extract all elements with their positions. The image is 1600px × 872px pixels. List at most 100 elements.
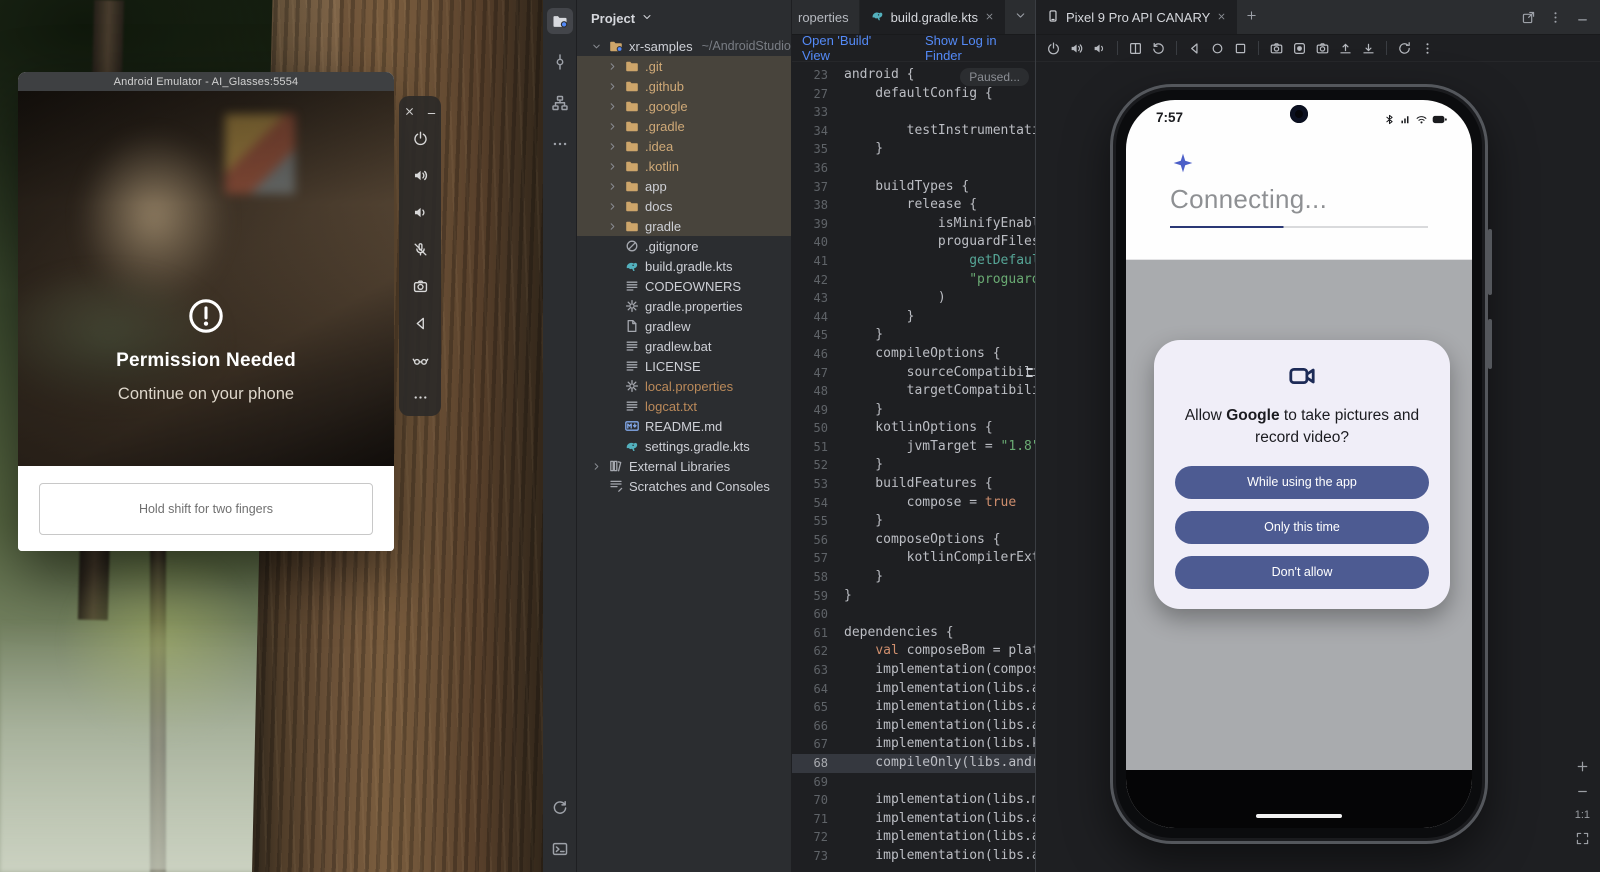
tree-item[interactable]: LICENSE (577, 356, 791, 376)
project-button[interactable] (547, 8, 573, 34)
chevron-right-icon[interactable] (605, 101, 619, 112)
while-using-the-app-button[interactable]: While using the app (1175, 466, 1429, 499)
chevron-right-icon[interactable] (605, 121, 619, 132)
glasses-button[interactable] (412, 352, 429, 369)
back-button[interactable] (412, 315, 429, 332)
fit-button[interactable] (1575, 831, 1590, 846)
open-build-view-link[interactable]: Open 'Build' View (802, 33, 901, 63)
home-button[interactable] (1210, 41, 1225, 56)
download-button[interactable] (1361, 41, 1376, 56)
upload-button[interactable] (1338, 41, 1353, 56)
editor-tab-bar[interactable]: roperties build.gradle.kts (792, 0, 1035, 35)
tree-item[interactable]: build.gradle.kts (577, 256, 791, 276)
project-panel[interactable]: Project xr-samples~/AndroidStudioProj.gi… (577, 0, 792, 872)
device-tab-bar[interactable]: Pixel 9 Pro API CANARY (1036, 0, 1600, 35)
chevron-right-icon[interactable] (589, 461, 603, 472)
more-horizontal-button[interactable] (547, 131, 573, 157)
restore-button[interactable] (1397, 41, 1412, 56)
activity-bar-top[interactable] (547, 8, 573, 157)
minus-button[interactable] (1575, 784, 1590, 799)
tree-item[interactable]: CODEOWNERS (577, 276, 791, 296)
tab-gradle-properties[interactable]: roperties (792, 0, 860, 34)
zoom-level-label[interactable]: 1:1 (1575, 809, 1590, 821)
record-button[interactable] (1292, 41, 1307, 56)
external-button[interactable] (1521, 10, 1536, 25)
project-panel-header[interactable]: Project (577, 0, 791, 36)
emulator-window-controls[interactable] (403, 100, 438, 122)
tree-item[interactable]: gradle (577, 216, 791, 236)
tab-build-gradle-kts[interactable]: build.gradle.kts (860, 0, 1005, 34)
tree-item[interactable]: gradle.properties (577, 296, 791, 316)
chevron-down-icon[interactable] (589, 41, 603, 52)
zoom-controls[interactable]: 1:1 (1575, 759, 1590, 846)
activity-bar[interactable] (543, 0, 577, 872)
chevron-down-icon[interactable] (641, 11, 653, 26)
close-tab-icon[interactable] (1216, 10, 1227, 25)
tree-item[interactable]: gradlew (577, 316, 791, 336)
kebab-button[interactable] (1548, 10, 1563, 25)
editor-panel[interactable]: roperties build.gradle.kts Open 'Build' … (792, 0, 1035, 872)
don-t-allow-button[interactable]: Don't allow (1175, 556, 1429, 589)
mic-off-button[interactable] (412, 241, 429, 258)
minimize-button[interactable] (1575, 10, 1590, 25)
tree-item[interactable]: README.md (577, 416, 791, 436)
sync-button[interactable] (547, 795, 573, 821)
commit-button[interactable] (547, 49, 573, 75)
more-horizontal-button[interactable] (412, 389, 429, 406)
tree-item[interactable]: .gradle (577, 116, 791, 136)
chevron-right-icon[interactable] (605, 141, 619, 152)
power-button[interactable] (1046, 41, 1061, 56)
only-this-time-button[interactable]: Only this time (1175, 511, 1429, 544)
home-pill[interactable] (1256, 814, 1342, 818)
tree-item[interactable]: settings.gradle.kts (577, 436, 791, 456)
overview-button[interactable] (1233, 41, 1248, 56)
tree-item[interactable]: Scratches and Consoles (577, 476, 791, 496)
chevron-right-icon[interactable] (605, 81, 619, 92)
close-tab-icon[interactable] (984, 10, 995, 25)
running-devices-panel[interactable]: Pixel 9 Pro API CANARY 7:57 Connect (1035, 0, 1600, 872)
terminal-button[interactable] (547, 836, 573, 862)
device-toolbar[interactable] (1036, 35, 1600, 62)
tree-item[interactable]: .github (577, 76, 791, 96)
project-tree[interactable]: xr-samples~/AndroidStudioProj.git.github… (577, 36, 791, 496)
chevron-right-icon[interactable] (605, 161, 619, 172)
activity-bar-bottom[interactable] (547, 795, 573, 862)
add-device-icon[interactable] (1245, 9, 1258, 25)
tree-item[interactable]: app (577, 176, 791, 196)
tree-item[interactable]: External Libraries (577, 456, 791, 476)
tree-item[interactable]: .gitignore (577, 236, 791, 256)
camera-button[interactable] (412, 278, 429, 295)
fold-button[interactable] (1128, 41, 1143, 56)
tree-item[interactable]: .idea (577, 136, 791, 156)
tab-pixel-9-pro[interactable]: Pixel 9 Pro API CANARY (1036, 0, 1237, 34)
back-button[interactable] (1187, 41, 1202, 56)
screenshot-button[interactable] (1269, 41, 1284, 56)
phone-screen[interactable]: 7:57 Connecting... Allow Google to take … (1126, 100, 1472, 828)
device-panel-actions[interactable] (1521, 10, 1590, 25)
code-editor[interactable]: 23android {27 defaultConfig {3334 testIn… (792, 62, 1035, 872)
tree-item[interactable]: gradlew.bat (577, 336, 791, 356)
chevron-right-icon[interactable] (605, 221, 619, 232)
kebab-button[interactable] (1420, 41, 1435, 56)
rotate-left-button[interactable] (1151, 41, 1166, 56)
chevron-right-icon[interactable] (605, 201, 619, 212)
tree-item[interactable]: .git (577, 56, 791, 76)
plus-button[interactable] (1575, 759, 1590, 774)
volume-up-button[interactable] (1069, 41, 1084, 56)
chevron-right-icon[interactable] (605, 61, 619, 72)
device-mirror-area[interactable]: 7:57 Connecting... Allow Google to take … (1036, 62, 1600, 872)
chevron-right-icon[interactable] (605, 181, 619, 192)
tree-item[interactable]: .kotlin (577, 156, 791, 176)
emulator-screen[interactable]: Permission Needed Continue on your phone (18, 91, 394, 466)
close-button[interactable] (403, 105, 416, 118)
camera-button[interactable] (1315, 41, 1330, 56)
tree-item[interactable]: xr-samples~/AndroidStudioProj (577, 36, 791, 56)
tree-item[interactable]: logcat.txt (577, 396, 791, 416)
show-log-link[interactable]: Show Log in Finder (925, 33, 1035, 63)
volume-down-button[interactable] (412, 204, 429, 221)
minimize-button[interactable] (425, 105, 438, 118)
emulator-controls[interactable] (412, 130, 429, 406)
volume-down-button[interactable] (1092, 41, 1107, 56)
power-button[interactable] (412, 130, 429, 147)
emulator-window[interactable]: Android Emulator - AI_Glasses:5554 Permi… (18, 72, 394, 551)
